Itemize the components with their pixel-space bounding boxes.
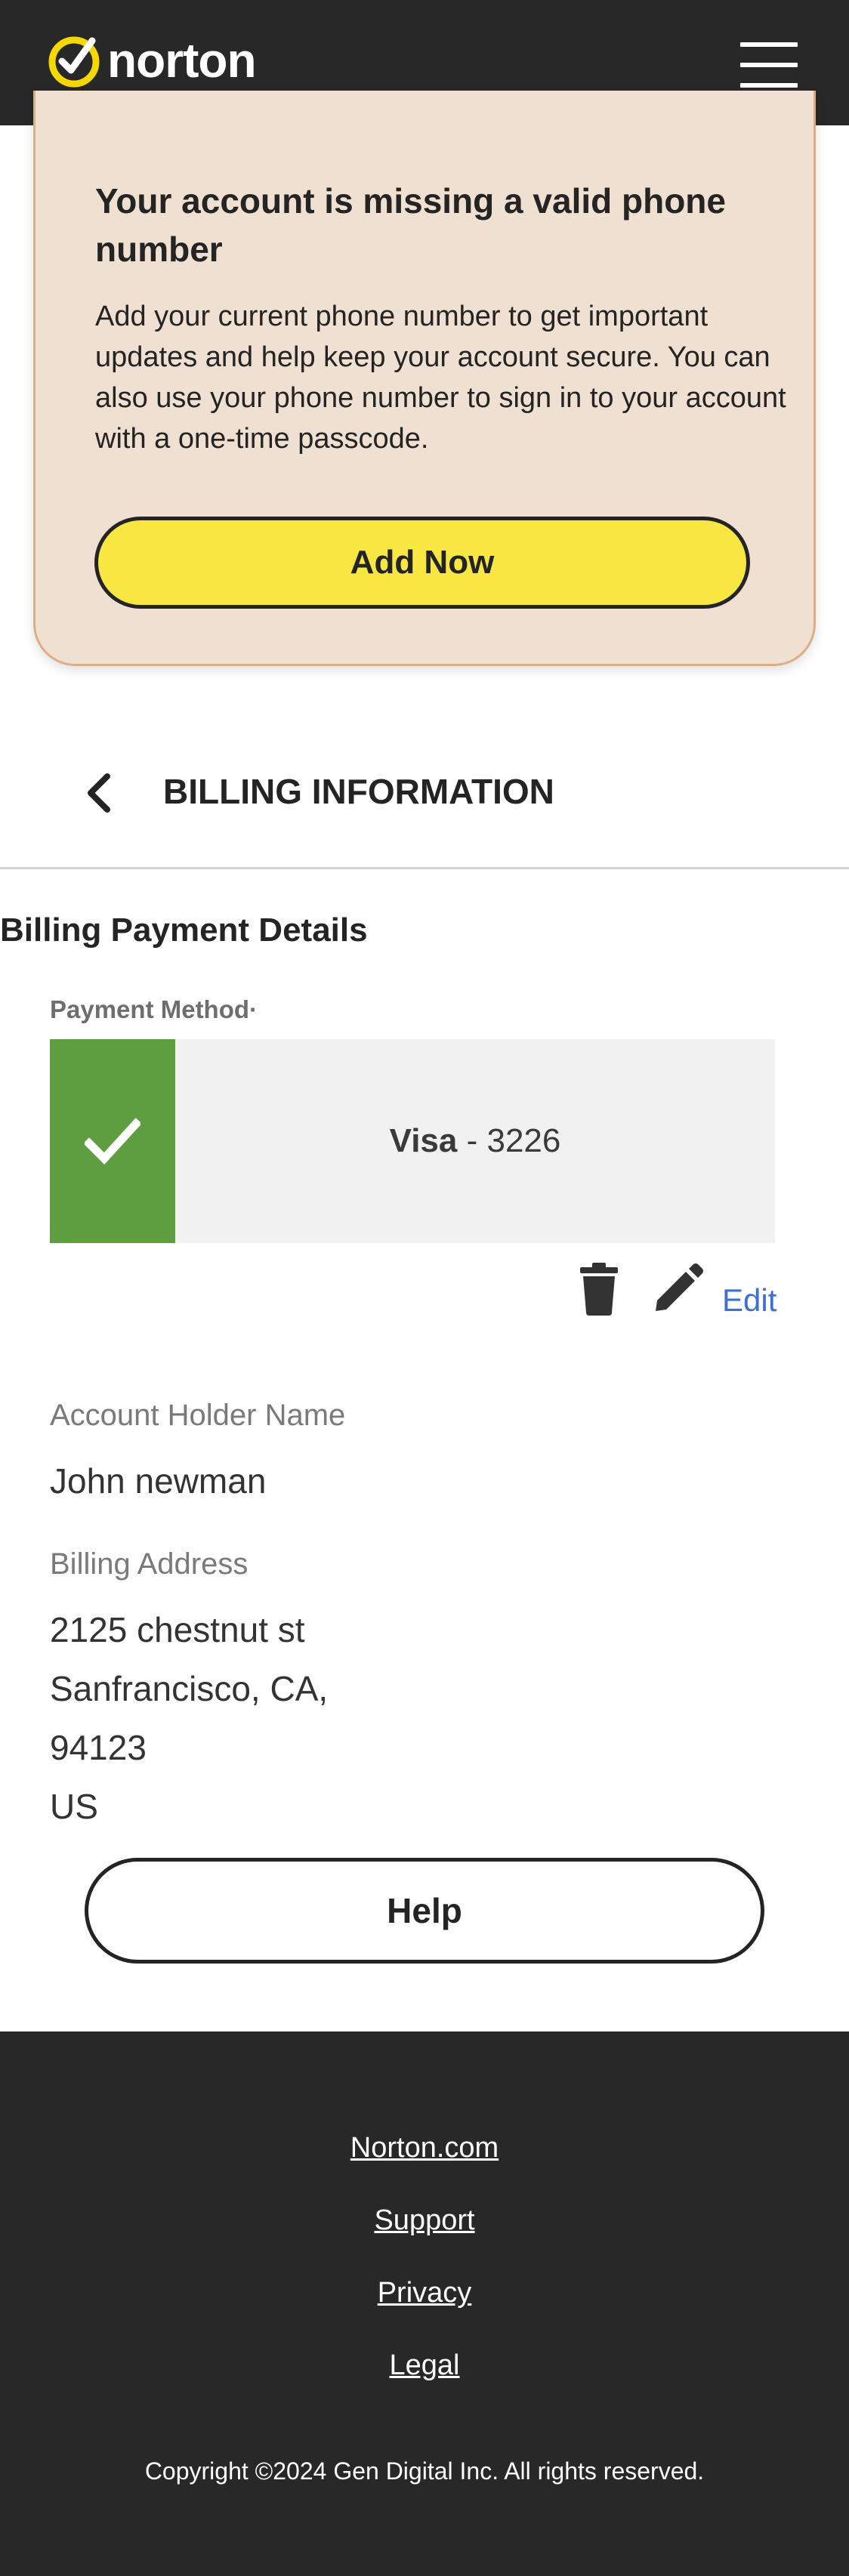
copyright-text: Copyright ©2024 Gen Digital Inc. All rig… (144, 2457, 705, 2485)
billing-address-label: Billing Address (50, 1547, 249, 1581)
check-icon (85, 1118, 140, 1165)
account-holder-label: Account Holder Name (50, 1399, 346, 1432)
footer-link-norton[interactable]: Norton.com (0, 2128, 849, 2167)
address-line-2: Sanfrancisco, CA, (50, 1669, 329, 1708)
chevron-left-icon[interactable] (77, 763, 122, 823)
footer-link-privacy[interactable]: Privacy (0, 2273, 849, 2312)
section-divider (0, 867, 849, 869)
alert-title: Your account is missing a valid phone nu… (95, 181, 726, 269)
trash-icon[interactable] (579, 1263, 619, 1317)
card-last4: 3226 (486, 1122, 561, 1159)
card-summary: Visa - 3226 (175, 1039, 775, 1243)
address-line-1: 2125 chestnut st (50, 1610, 305, 1649)
address-line-4: US (50, 1787, 98, 1826)
card-brand: Visa (389, 1122, 458, 1159)
hamburger-menu-icon[interactable] (740, 42, 798, 88)
footer-link-legal[interactable]: Legal (0, 2346, 849, 2385)
edit-link[interactable]: Edit (722, 1279, 776, 1322)
footer-link-support[interactable]: Support (0, 2201, 849, 2240)
pencil-icon[interactable] (651, 1263, 704, 1316)
page-title: BILLING INFORMATION (163, 772, 554, 811)
missing-phone-alert: Your account is missing a valid phone nu… (33, 91, 816, 666)
payment-method-card[interactable]: Visa - 3226 (50, 1039, 775, 1243)
selected-indicator (50, 1039, 175, 1243)
norton-check-icon (48, 36, 100, 88)
help-button[interactable]: Help (85, 1858, 764, 1964)
alert-message: Add your current phone number to get imp… (95, 301, 786, 455)
card-separator: - (457, 1122, 487, 1159)
address-line-3: 94123 (50, 1728, 147, 1767)
page-footer: Norton.com Support Privacy Legal Copyrig… (0, 2031, 849, 2576)
account-holder-value: John newman (50, 1461, 267, 1501)
add-now-button[interactable]: Add Now (94, 517, 750, 609)
payment-method-label: Payment Method· (50, 995, 258, 1023)
brand-name: norton (107, 33, 257, 88)
billing-payment-details-heading: Billing Payment Details (0, 912, 368, 949)
norton-logo[interactable]: norton (47, 30, 257, 91)
